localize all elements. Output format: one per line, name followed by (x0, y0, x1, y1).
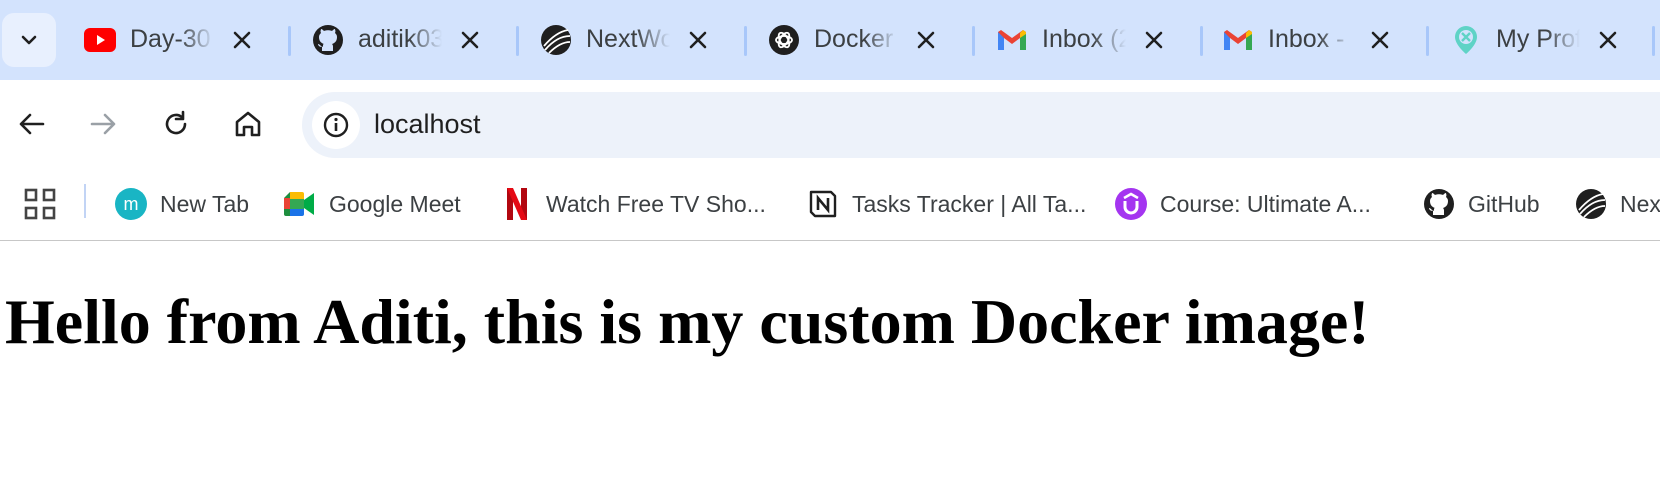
address-bar[interactable]: localhost (302, 92, 1660, 158)
tab-gmail-1[interactable]: Inbox (2 (992, 12, 1204, 68)
address-bar-url[interactable]: localhost (374, 109, 481, 140)
bookmark-label: Nex (1620, 190, 1660, 217)
gmail-icon (1222, 24, 1254, 56)
tab-title: NextWork (586, 25, 670, 53)
nextwork-icon (540, 24, 572, 56)
tab-strip: Day-30 | aditik03/ NextWork Docker D Inb… (0, 0, 1660, 80)
tab-divider (972, 26, 975, 56)
bookmark-label: GitHub (1468, 190, 1540, 217)
udemy-icon (1114, 187, 1148, 221)
tab-divider (744, 26, 747, 56)
info-icon (323, 112, 349, 138)
page-heading: Hello from Aditi, this is my custom Dock… (5, 286, 1370, 357)
site-info-button[interactable] (312, 101, 360, 149)
bookmark-label: Course: Ultimate A... (1160, 190, 1371, 217)
back-button[interactable] (8, 100, 56, 148)
github-icon (1422, 187, 1456, 221)
home-button[interactable] (224, 100, 272, 148)
github-icon (312, 24, 344, 56)
tab-divider (1652, 26, 1655, 56)
close-tab-icon[interactable] (230, 28, 254, 52)
close-tab-icon[interactable] (1142, 28, 1166, 52)
bookmark-netflix[interactable]: Watch Free TV Sho... (500, 182, 766, 226)
arrow-left-icon (19, 113, 45, 135)
tab-gmail-2[interactable]: Inbox - a (1218, 12, 1430, 68)
tab-title: aditik03/ (358, 25, 442, 53)
tab-title: Day-30 | (130, 25, 214, 53)
bookmark-label: Google Meet (329, 190, 461, 217)
tab-my-profile[interactable]: My Profi (1446, 12, 1658, 68)
bookmark-label: New Tab (160, 190, 250, 217)
apps-grid-icon[interactable] (20, 184, 60, 224)
tab-title: Inbox (2 (1042, 25, 1126, 53)
home-icon (235, 111, 261, 137)
bookmark-udemy-course[interactable]: Course: Ultimate A... (1114, 182, 1371, 226)
tab-title: My Profi (1496, 25, 1580, 53)
tab-divider (288, 26, 291, 56)
avatar-letter: m (124, 194, 139, 214)
close-tab-icon[interactable] (1368, 28, 1392, 52)
bookmarks-bar: m New Tab Google Meet Watch Free TV Sho.… (0, 168, 1660, 241)
close-tab-icon[interactable] (1596, 28, 1620, 52)
profile-pin-icon (1450, 24, 1482, 56)
bookmark-google-meet[interactable]: Google Meet (283, 182, 461, 226)
tab-search-button[interactable] (2, 13, 56, 67)
bookmarks-divider (84, 184, 86, 218)
tab-title: Inbox - a (1268, 25, 1352, 53)
google-meet-icon (283, 187, 317, 221)
tab-nextwork[interactable]: NextWork (536, 12, 748, 68)
arrow-right-icon (90, 113, 116, 135)
forward-button[interactable] (79, 100, 127, 148)
notion-icon (806, 187, 840, 221)
tab-github[interactable]: aditik03/ (308, 12, 520, 68)
tab-divider (1426, 26, 1429, 56)
browser-toolbar: localhost (0, 80, 1660, 168)
bookmark-nextwork[interactable]: Nex (1574, 182, 1660, 226)
bookmark-new-tab[interactable]: m New Tab (114, 182, 249, 226)
nextwork-icon (1574, 187, 1608, 221)
tab-divider (516, 26, 519, 56)
chevron-down-icon (21, 35, 37, 45)
reload-button[interactable] (152, 100, 200, 148)
m-avatar-icon: m (114, 187, 148, 221)
bookmark-label: Tasks Tracker | All Ta... (852, 190, 1087, 217)
bookmark-tasks-tracker[interactable]: Tasks Tracker | All Ta... (806, 182, 1086, 226)
tab-title: Docker D (814, 25, 898, 53)
reload-icon (165, 110, 187, 135)
close-tab-icon[interactable] (686, 28, 710, 52)
gmail-icon (996, 24, 1028, 56)
bookmark-label: Watch Free TV Sho... (546, 190, 766, 217)
close-tab-icon[interactable] (458, 28, 482, 52)
youtube-icon (84, 24, 116, 56)
tab-youtube[interactable]: Day-30 | (80, 12, 292, 68)
netflix-icon (500, 187, 534, 221)
openai-icon (768, 24, 800, 56)
page-content: Hello from Aditi, this is my custom Dock… (0, 241, 1660, 484)
close-tab-icon[interactable] (914, 28, 938, 52)
tab-divider (1200, 26, 1203, 56)
tab-docker[interactable]: Docker D (764, 12, 976, 68)
bookmark-github[interactable]: GitHub (1422, 182, 1540, 226)
